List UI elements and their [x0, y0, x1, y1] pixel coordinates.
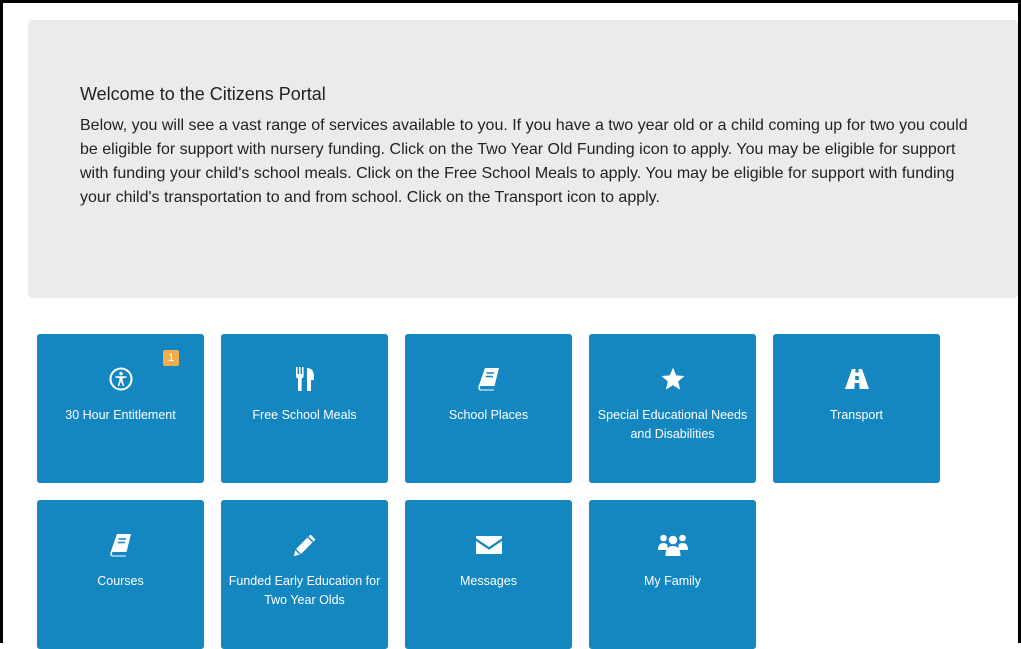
tile-label: 30 Hour Entitlement: [65, 408, 176, 422]
tile-special-educational-needs[interactable]: Special Educational Needs and Disabiliti…: [589, 334, 756, 483]
tile-label: Messages: [460, 574, 517, 588]
welcome-panel: Welcome to the Citizens Portal Below, yo…: [28, 20, 1018, 298]
book-icon: [405, 364, 572, 394]
welcome-text: Below, you will see a vast range of serv…: [80, 117, 968, 206]
tile-courses[interactable]: Courses: [37, 500, 204, 649]
users-icon: [589, 530, 756, 560]
welcome-title: Welcome to the Citizens Portal: [80, 84, 326, 104]
tile-free-school-meals[interactable]: Free School Meals: [221, 334, 388, 483]
tile-funded-early-education[interactable]: Funded Early Education for Two Year Olds: [221, 500, 388, 649]
road-icon: [773, 364, 940, 394]
book-icon: [37, 530, 204, 560]
tile-messages[interactable]: Messages: [405, 500, 572, 649]
cutlery-icon: [221, 364, 388, 394]
tile-label: Courses: [97, 574, 144, 588]
tile-label: My Family: [644, 574, 701, 588]
tile-label: Special Educational Needs and Disabiliti…: [597, 408, 748, 441]
tile-label: Transport: [829, 408, 884, 422]
tile-label: Funded Early Education for Two Year Olds: [228, 574, 381, 607]
tile-school-places[interactable]: School Places: [405, 334, 572, 483]
tile-label: School Places: [448, 408, 529, 422]
envelope-icon: [405, 530, 572, 560]
tile-transport[interactable]: Transport: [773, 334, 940, 483]
pencil-icon: [221, 530, 388, 560]
star-icon: [589, 364, 756, 394]
tile-label: Free School Meals: [252, 408, 357, 422]
accessibility-icon: [37, 364, 204, 394]
tile-30-hour-entitlement[interactable]: 1 30 Hour Entitlement: [37, 334, 204, 483]
tile-my-family[interactable]: My Family: [589, 500, 756, 649]
notification-badge: 1: [163, 350, 179, 366]
